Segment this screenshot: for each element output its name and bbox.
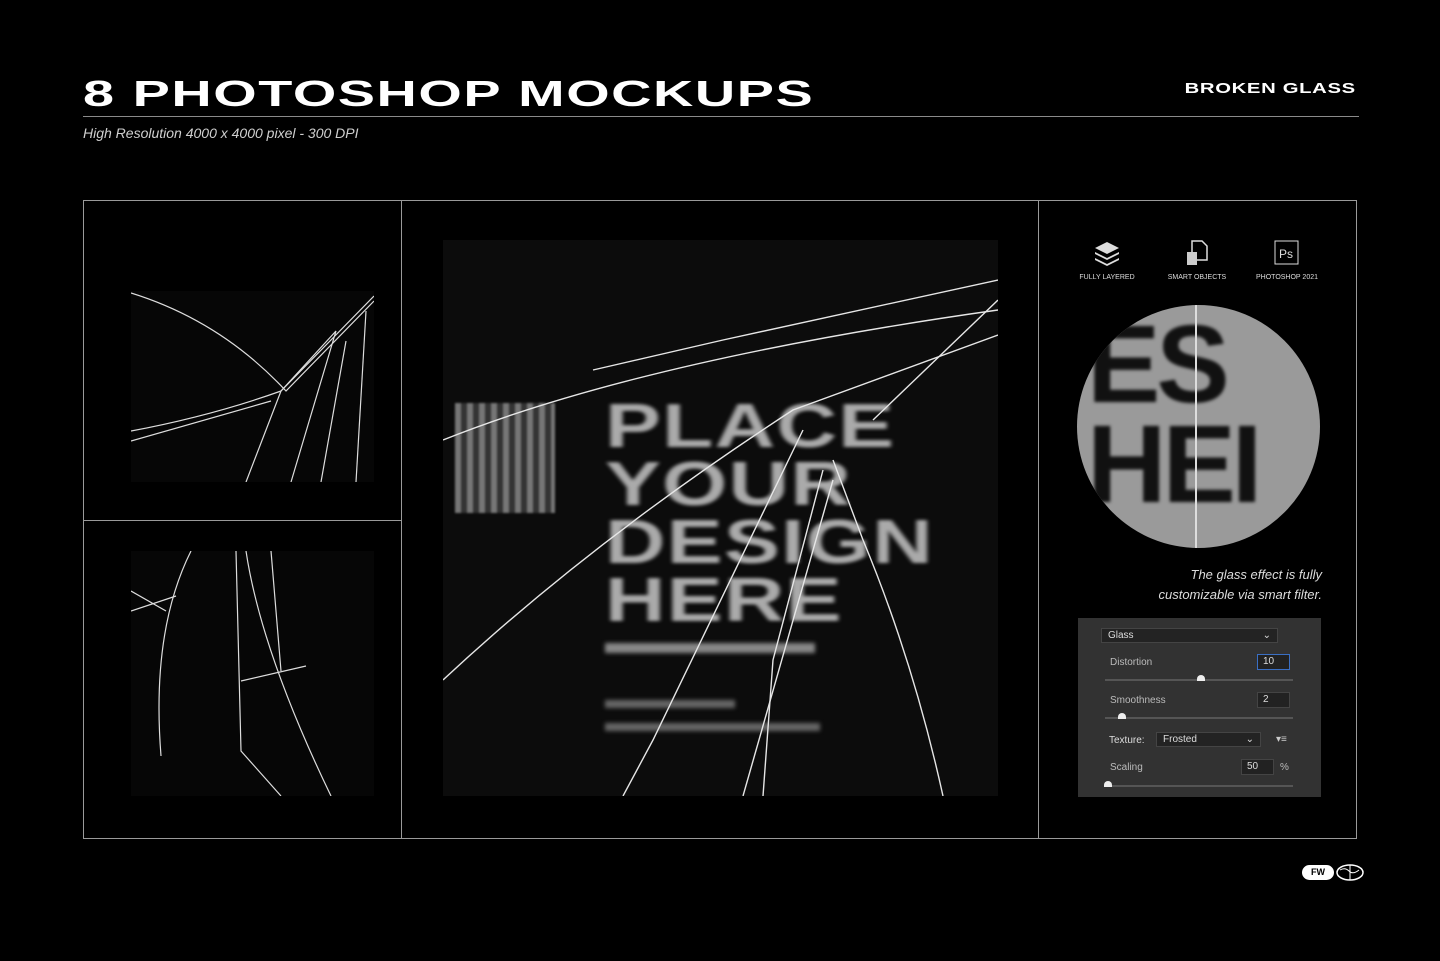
smoothness-label: Smoothness xyxy=(1110,695,1166,706)
smoothness-slider-thumb[interactable] xyxy=(1118,713,1126,719)
smoothness-slider[interactable] xyxy=(1105,717,1293,719)
caption-line: The glass effect is fully xyxy=(1190,567,1323,582)
globe-icon xyxy=(1336,864,1364,881)
svg-text:Ps: Ps xyxy=(1279,247,1293,261)
subtitle: High Resolution 4000 x 4000 pixel - 300 … xyxy=(83,125,359,141)
smart-object-icon xyxy=(1187,240,1208,265)
feature-fully-layered: FULLY LAYERED xyxy=(1062,240,1152,281)
smoothness-input[interactable]: 2 xyxy=(1257,692,1290,708)
divider xyxy=(401,200,402,839)
scaling-unit: % xyxy=(1280,762,1289,773)
texture-value: Frosted xyxy=(1163,734,1197,745)
caption-line: customizable via smart filter. xyxy=(1158,587,1322,602)
distortion-slider-thumb[interactable] xyxy=(1197,675,1205,681)
caption: The glass effect is fully customizable v… xyxy=(1100,565,1322,605)
chevron-down-icon: ⌄ xyxy=(1245,734,1254,745)
glass-detail-zoom: ES HEI xyxy=(1077,305,1320,548)
product-name: BROKEN GLASS xyxy=(1184,80,1356,97)
filter-value: Glass xyxy=(1108,630,1134,641)
texture-label: Texture: xyxy=(1109,735,1145,746)
scaling-slider[interactable] xyxy=(1105,785,1293,787)
header-divider xyxy=(83,116,1359,117)
distortion-input[interactable]: 10 xyxy=(1257,654,1290,670)
photoshop-icon: Ps xyxy=(1274,240,1299,265)
feature-label: SMART OBJECTS xyxy=(1167,274,1227,281)
glass-shard-image-2 xyxy=(131,551,374,796)
scaling-input[interactable]: 50 xyxy=(1241,759,1274,775)
chevron-down-icon: ⌄ xyxy=(1262,630,1271,641)
glass-shard-image-1 xyxy=(131,291,374,482)
filter-select[interactable]: Glass ⌄ xyxy=(1101,628,1278,643)
feature-photoshop: Ps PHOTOSHOP 2021 xyxy=(1242,240,1332,281)
scaling-slider-thumb[interactable] xyxy=(1104,781,1112,787)
texture-menu-icon[interactable]: ▾≡ xyxy=(1276,734,1287,745)
scaling-label: Scaling xyxy=(1110,762,1143,773)
page-title: 8 PHOTOSHOP MOCKUPS xyxy=(83,73,815,114)
distortion-label: Distortion xyxy=(1110,657,1153,668)
divider xyxy=(1038,200,1039,839)
feature-label: FULLY LAYERED xyxy=(1079,274,1135,281)
mockup-preview: PLACE YOUR DESIGN HERE xyxy=(443,240,998,796)
glass-filter-panel: Glass ⌄ Distortion 10 Smoothness 2 Textur… xyxy=(1078,618,1321,797)
feature-label: PHOTOSHOP 2021 xyxy=(1256,274,1318,281)
feature-smart-objects: SMART OBJECTS xyxy=(1152,240,1242,281)
logo-text: FW xyxy=(1311,867,1325,877)
brand-logo: FW xyxy=(1302,865,1334,880)
divider xyxy=(83,520,401,521)
texture-select[interactable]: Frosted ⌄ xyxy=(1156,732,1261,747)
layers-icon xyxy=(1095,242,1119,266)
